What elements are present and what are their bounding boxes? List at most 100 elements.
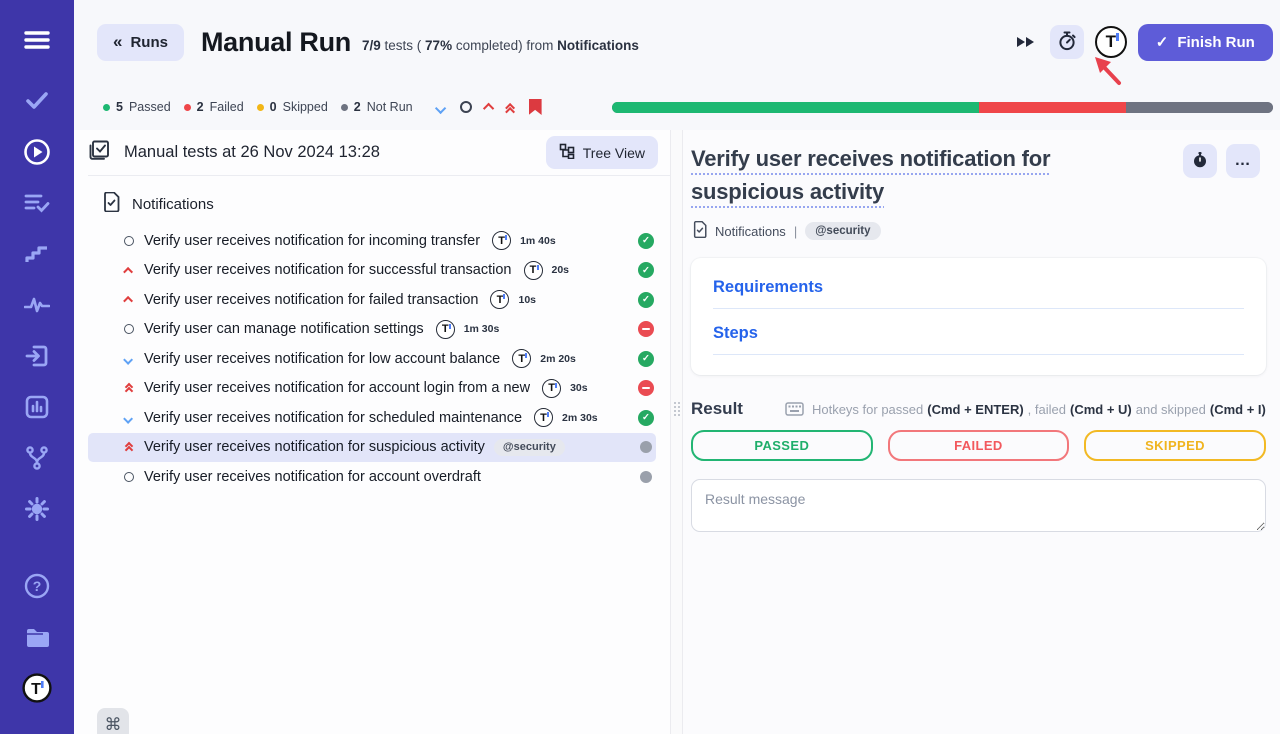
suite-header-label: Notifications <box>132 196 214 213</box>
priority-highest-filter-icon[interactable] <box>508 103 515 111</box>
skipped-button[interactable]: SKIPPED <box>1084 430 1266 461</box>
test-row[interactable]: Verify user receives notification for ac… <box>88 462 656 492</box>
test-timer-button[interactable] <box>1183 144 1217 178</box>
test-framework-icon: T <box>490 290 509 309</box>
test-duration: 2m 20s <box>540 353 576 365</box>
test-list: Verify user receives notification for in… <box>88 226 670 492</box>
more-options-button[interactable]: … <box>1226 144 1260 178</box>
tree-view-icon <box>559 143 575 162</box>
test-detail-title[interactable]: Verify user receives notification for su… <box>691 142 1169 208</box>
test-status-badge <box>638 262 654 278</box>
result-message-input[interactable] <box>691 479 1266 532</box>
test-row[interactable]: Verify user receives notification for su… <box>88 256 656 286</box>
analytics-icon[interactable] <box>25 394 49 420</box>
test-status-badge <box>638 380 654 396</box>
import-icon[interactable] <box>25 343 49 369</box>
requirements-section-heading[interactable]: Requirements <box>713 278 1244 309</box>
test-status-badge <box>640 441 652 453</box>
suite-header[interactable]: Notifications <box>103 192 670 216</box>
priority-low-filter-icon[interactable] <box>438 103 446 111</box>
test-row[interactable]: Verify user can manage notification sett… <box>88 315 656 345</box>
priority-high-filter-icon[interactable] <box>486 103 494 111</box>
branch-icon[interactable] <box>25 445 49 471</box>
test-title: Verify user can manage notification sett… <box>144 321 424 337</box>
breadcrumb-suite[interactable]: Notifications <box>715 224 786 239</box>
priority-icon <box>122 384 136 392</box>
run-play-icon[interactable] <box>23 139 51 165</box>
steps-section-heading[interactable]: Steps <box>713 324 1244 355</box>
app-window: ? T « Runs Manual Run 7/9 tests ( 77% co… <box>0 0 1280 734</box>
test-row[interactable]: Verify user receives notification for su… <box>88 433 656 463</box>
bookmark-filter-icon[interactable] <box>529 99 542 115</box>
test-status-badge <box>638 351 654 367</box>
priority-normal-filter-icon[interactable] <box>460 101 472 113</box>
skipped-count: 0Skipped <box>257 100 328 114</box>
panel-resize-handle[interactable] <box>670 130 683 734</box>
test-framework-icon: T <box>436 320 455 339</box>
failed-count: 2Failed <box>184 100 244 114</box>
list-check-icon[interactable] <box>24 190 50 216</box>
test-status-badge <box>638 410 654 426</box>
ellipsis-icon: … <box>1235 152 1252 170</box>
test-duration: 1m 40s <box>520 235 556 247</box>
test-title: Verify user receives notification for fa… <box>144 292 478 308</box>
status-row: 5Passed 2Failed 0Skipped 2Not Run <box>74 84 1280 130</box>
hamburger-menu-icon[interactable] <box>24 27 50 53</box>
test-row[interactable]: Verify user receives notification for fa… <box>88 285 656 315</box>
test-status-badge <box>638 321 654 337</box>
progress-notrun-segment <box>1126 102 1273 113</box>
hotkeys-hint: Hotkeys for passed (Cmd + ENTER) , faile… <box>785 402 1266 417</box>
pulse-icon[interactable] <box>24 292 50 318</box>
command-key-hint[interactable]: ⌘ <box>97 708 129 734</box>
test-status-badge <box>638 233 654 249</box>
folder-icon[interactable] <box>23 624 51 650</box>
test-row[interactable]: Verify user receives notification for in… <box>88 226 656 256</box>
breadcrumb-file-icon <box>693 221 707 241</box>
finish-run-button[interactable]: ✓ Finish Run <box>1138 24 1273 61</box>
passed-button[interactable]: PASSED <box>691 430 873 461</box>
stopwatch-filled-icon <box>1191 151 1209 172</box>
run-progress-bar <box>612 102 1273 113</box>
priority-icon <box>122 472 136 482</box>
test-row[interactable]: Verify user receives notification for sc… <box>88 403 656 433</box>
back-to-runs-button[interactable]: « Runs <box>97 24 184 61</box>
timer-button[interactable] <box>1050 25 1084 59</box>
test-framework-icon: T <box>524 261 543 280</box>
test-detail-panel: Verify user receives notification for su… <box>683 130 1280 734</box>
check-icon: ✓ <box>1156 33 1169 51</box>
topbar: « Runs Manual Run 7/9 tests ( 77% comple… <box>74 0 1280 84</box>
test-framework-icon: T <box>512 349 531 368</box>
test-title: Verify user receives notification for sc… <box>144 410 522 426</box>
steps-icon[interactable] <box>25 241 49 267</box>
test-framework-icon: T <box>534 408 553 427</box>
test-title: Verify user receives notification for lo… <box>144 351 500 367</box>
fast-forward-icon[interactable] <box>1017 37 1034 47</box>
notrun-count: 2Not Run <box>341 100 413 114</box>
settings-gear-icon[interactable] <box>24 496 50 522</box>
priority-icon <box>122 324 136 334</box>
svg-text:?: ? <box>33 578 42 594</box>
test-row[interactable]: Verify user receives notification for ac… <box>88 374 656 404</box>
priority-icon <box>122 443 136 451</box>
failed-button[interactable]: FAILED <box>888 430 1070 461</box>
test-row[interactable]: Verify user receives notification for lo… <box>88 344 656 374</box>
test-duration: 1m 30s <box>464 323 500 335</box>
test-list-panel: Manual tests at 26 Nov 2024 13:28 Tree V… <box>74 130 670 734</box>
help-icon[interactable]: ? <box>24 573 50 599</box>
check-nav-icon[interactable] <box>25 88 49 114</box>
grip-dots-icon <box>674 402 680 416</box>
tree-view-button[interactable]: Tree View <box>546 136 658 169</box>
test-status-badge <box>638 292 654 308</box>
chevrons-left-icon: « <box>113 32 122 52</box>
testomat-logo[interactable]: T <box>22 675 52 701</box>
account-logo-icon[interactable]: T <box>1095 26 1127 58</box>
security-tag-badge[interactable]: @security <box>805 222 880 240</box>
svg-text:T: T <box>31 681 41 698</box>
progress-failed-segment <box>979 102 1126 113</box>
test-status-badge <box>640 471 652 483</box>
test-title: Verify user receives notification for ac… <box>144 380 530 396</box>
passed-count: 5Passed <box>103 100 171 114</box>
test-title: Verify user receives notification for in… <box>144 233 480 249</box>
test-title: Verify user receives notification for su… <box>144 262 512 278</box>
priority-icon <box>122 355 136 362</box>
